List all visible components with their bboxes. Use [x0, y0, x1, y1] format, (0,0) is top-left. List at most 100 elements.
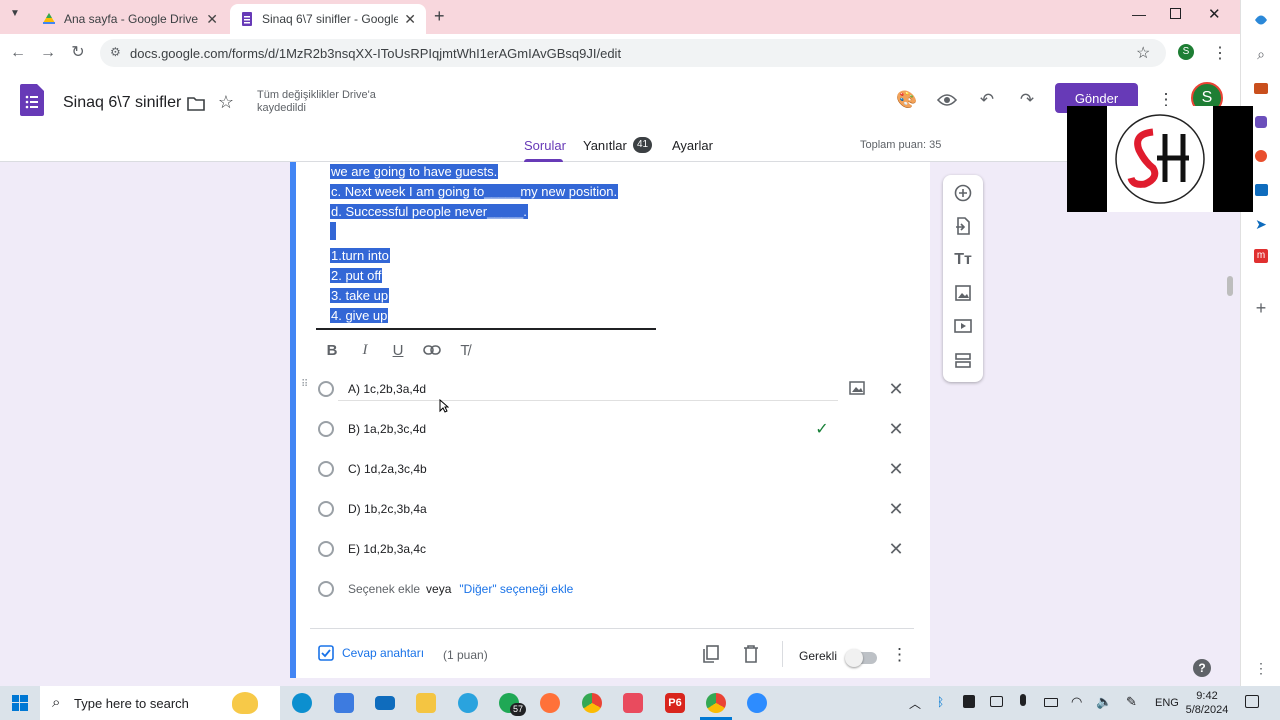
telegram-icon[interactable] — [458, 693, 478, 713]
undo-icon[interactable]: ↶ — [975, 88, 999, 112]
add-section-icon[interactable] — [953, 350, 973, 370]
question-text[interactable]: we are going to have guests. c. Next wee… — [330, 162, 656, 326]
back-icon[interactable]: ← — [8, 43, 28, 63]
browser-menu-icon[interactable]: ⋮ — [1212, 43, 1228, 63]
office-icon[interactable] — [1251, 146, 1271, 166]
option-label[interactable]: B) 1a,2b,3c,4d — [348, 422, 426, 436]
option-row[interactable]: A) 1c,2b,3a,4d ✕ — [312, 369, 908, 409]
show-hidden-icons[interactable]: ︿ — [909, 695, 921, 712]
forward-icon[interactable]: → — [38, 43, 58, 63]
folder-icon[interactable] — [184, 92, 208, 116]
remove-option-icon[interactable]: ✕ — [886, 379, 906, 399]
forms-logo-icon[interactable] — [20, 84, 44, 119]
remove-option-icon[interactable]: ✕ — [886, 419, 906, 439]
reload-icon[interactable]: ↻ — [68, 43, 88, 63]
security-icon[interactable] — [963, 695, 975, 708]
underline-icon[interactable]: U — [388, 340, 408, 360]
bluetooth-icon[interactable]: ᛒ — [937, 695, 944, 709]
add-option-link[interactable]: Seçenek ekle — [348, 582, 420, 596]
edge-icon[interactable] — [292, 693, 312, 713]
option-row[interactable]: C) 1d,2a,3c,4b ✕ — [312, 449, 908, 489]
tab-google-drive[interactable]: Ana sayfa - Google Drive ✕ — [32, 4, 228, 34]
chrome-icon[interactable] — [582, 693, 602, 713]
chrome-active-icon[interactable] — [706, 693, 726, 713]
clear-format-icon[interactable]: T̸ — [455, 340, 475, 360]
mail-icon[interactable] — [375, 696, 395, 710]
close-window-icon[interactable]: ✕ — [1208, 5, 1221, 23]
firefox-icon[interactable] — [540, 693, 560, 713]
profile-avatar[interactable]: S — [1178, 44, 1194, 60]
search-icon[interactable]: ⌕ — [1251, 44, 1271, 64]
notifications-icon[interactable] — [1245, 695, 1259, 708]
display-icon[interactable] — [990, 696, 1003, 707]
taskbar-search[interactable]: ⌕ Type here to search — [40, 686, 280, 720]
palette-icon[interactable]: 🎨 — [895, 88, 919, 112]
answer-key-button[interactable]: Cevap anahtarı — [318, 645, 424, 661]
outlook-icon[interactable] — [1251, 180, 1271, 200]
pen-icon[interactable]: ✎ — [1126, 694, 1137, 710]
remove-option-icon[interactable]: ✕ — [886, 459, 906, 479]
question-more-icon[interactable]: ⋮ — [891, 645, 908, 665]
new-tab-icon[interactable]: + — [434, 6, 445, 27]
option-label[interactable]: E) 1d,2b,3a,4c — [348, 542, 426, 556]
bookmark-star-icon[interactable]: ☆ — [1136, 43, 1150, 63]
wifi-icon[interactable]: ◠ — [1071, 694, 1082, 710]
tab-responses[interactable]: Yanıtlar — [583, 138, 627, 153]
tab-list-chevron-icon[interactable]: ▼ — [10, 8, 26, 26]
paint-icon[interactable] — [623, 693, 643, 713]
p6-app-icon[interactable]: P6 — [665, 693, 685, 713]
minimize-icon[interactable]: — — [1132, 6, 1146, 22]
add-sidebar-icon[interactable]: + — [1251, 298, 1271, 318]
page-scrollbar[interactable] — [1227, 276, 1233, 296]
redo-icon[interactable]: ↷ — [1015, 88, 1039, 112]
battery-icon[interactable] — [1044, 698, 1058, 707]
add-image-icon[interactable] — [848, 379, 866, 397]
form-title[interactable]: Sinaq 6\7 sinifler — [63, 94, 181, 112]
app-m-icon[interactable]: m — [1251, 246, 1271, 266]
duplicate-icon[interactable] — [703, 645, 719, 666]
option-label[interactable]: D) 1b,2c,3b,4a — [348, 502, 427, 516]
clock[interactable]: 9:42 5/8/2024 — [1184, 689, 1230, 717]
tab-questions[interactable]: Sorular — [524, 138, 566, 153]
store-icon[interactable] — [334, 693, 354, 713]
required-toggle[interactable] — [845, 649, 877, 667]
option-row[interactable]: B) 1a,2b,3c,4d ✓ ✕ — [312, 409, 908, 449]
add-title-icon[interactable]: Tт — [953, 250, 973, 270]
copilot-icon[interactable] — [1251, 10, 1271, 30]
option-row[interactable]: D) 1b,2c,3b,4a ✕ — [312, 489, 908, 529]
preview-eye-icon[interactable] — [935, 88, 959, 112]
tab-settings[interactable]: Ayarlar — [672, 138, 713, 153]
close-tab-icon[interactable]: ✕ — [206, 11, 218, 28]
close-tab-icon[interactable]: ✕ — [404, 11, 416, 28]
option-label[interactable]: C) 1d,2a,3c,4b — [348, 462, 427, 476]
add-video-icon[interactable] — [953, 316, 973, 336]
option-label[interactable]: A) 1c,2b,3a,4d — [348, 382, 426, 396]
send-icon[interactable]: ➤ — [1251, 214, 1271, 234]
option-row[interactable]: E) 1d,2b,3a,4c ✕ — [312, 529, 908, 569]
remove-option-icon[interactable]: ✕ — [886, 539, 906, 559]
add-other-link[interactable]: "Diğer" seçeneği ekle — [459, 582, 573, 596]
delete-icon[interactable] — [743, 645, 759, 666]
help-icon[interactable]: ? — [1193, 659, 1211, 677]
add-question-icon[interactable] — [953, 183, 973, 203]
zoom-icon[interactable] — [747, 693, 767, 713]
site-info-icon[interactable]: ⚙ — [110, 45, 121, 59]
remove-option-icon[interactable]: ✕ — [886, 499, 906, 519]
microphone-icon[interactable] — [1020, 694, 1026, 706]
maximize-icon[interactable] — [1170, 8, 1181, 19]
windows-start-icon[interactable] — [12, 695, 28, 714]
volume-icon[interactable]: 🔈 — [1096, 694, 1112, 710]
language-indicator[interactable]: ENG — [1155, 697, 1179, 709]
add-image-icon[interactable] — [953, 283, 973, 303]
link-icon[interactable] — [422, 340, 442, 360]
italic-icon[interactable]: I — [355, 340, 375, 360]
drag-handle-icon[interactable]: ⠿ — [301, 380, 308, 390]
games-icon[interactable] — [1251, 112, 1271, 132]
import-questions-icon[interactable] — [953, 216, 973, 236]
star-icon[interactable]: ☆ — [214, 90, 238, 114]
url-field[interactable]: ⚙ docs.google.com/forms/d/1MzR2b3nsqXX-I… — [100, 39, 1166, 67]
side-panel-menu-icon[interactable]: ⋮ — [1251, 658, 1271, 678]
bold-icon[interactable]: B — [322, 340, 342, 360]
tab-google-forms[interactable]: Sinaq 6\7 sinifler - Google Forms ✕ — [230, 4, 426, 34]
file-explorer-icon[interactable] — [416, 693, 436, 713]
